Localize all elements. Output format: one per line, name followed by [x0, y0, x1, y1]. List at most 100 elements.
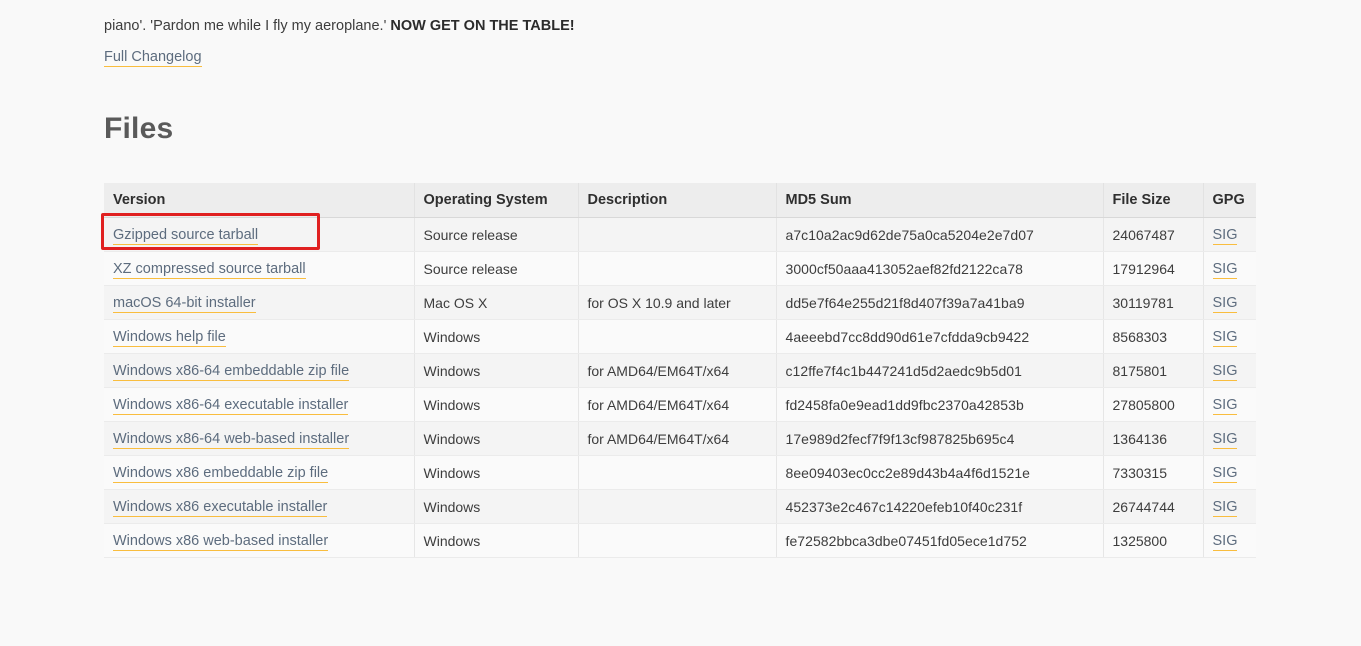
files-section-heading: Files — [104, 112, 173, 146]
version-download-link[interactable]: XZ compressed source tarball — [113, 261, 306, 279]
cell-description — [578, 456, 776, 490]
gpg-signature-link[interactable]: SIG — [1213, 499, 1238, 517]
files-table-wrapper: Version Operating System Description MD5… — [104, 183, 1256, 558]
cell-gpg: SIG — [1203, 218, 1256, 252]
version-download-link[interactable]: Windows x86-64 embeddable zip file — [113, 363, 349, 381]
cell-version: Windows x86-64 embeddable zip file — [104, 354, 414, 388]
cell-operating-system: Mac OS X — [414, 286, 578, 320]
cell-version: Windows x86-64 web-based installer — [104, 422, 414, 456]
release-note-text: piano'. 'Pardon me while I fly my aeropl… — [104, 18, 390, 34]
table-row: XZ compressed source tarball Source relea… — [104, 252, 1256, 286]
files-table-body: Gzipped source tarball Source release a7c1… — [104, 218, 1256, 558]
cell-version: XZ compressed source tarball — [104, 252, 414, 286]
gpg-signature-link[interactable]: SIG — [1213, 295, 1238, 313]
gpg-signature-link[interactable]: SIG — [1213, 261, 1238, 279]
version-download-link[interactable]: Windows x86 embeddable zip file — [113, 465, 328, 483]
column-header-md5-sum: MD5 Sum — [776, 183, 1103, 218]
cell-gpg: SIG — [1203, 456, 1256, 490]
cell-description: for AMD64/EM64T/x64 — [578, 388, 776, 422]
cell-md5-sum: 3000cf50aaa413052aef82fd2122ca78 — [776, 252, 1103, 286]
cell-gpg: SIG — [1203, 354, 1256, 388]
cell-file-size: 26744744 — [1103, 490, 1203, 524]
cell-operating-system: Windows — [414, 490, 578, 524]
gpg-signature-link[interactable]: SIG — [1213, 465, 1238, 483]
release-note-emphasis: NOW GET ON THE TABLE! — [390, 18, 574, 34]
gpg-signature-link[interactable]: SIG — [1213, 431, 1238, 449]
column-header-file-size: File Size — [1103, 183, 1203, 218]
cell-description: for AMD64/EM64T/x64 — [578, 354, 776, 388]
cell-description — [578, 252, 776, 286]
cell-file-size: 17912964 — [1103, 252, 1203, 286]
column-header-gpg: GPG — [1203, 183, 1256, 218]
version-download-link[interactable]: Windows help file — [113, 329, 226, 347]
cell-version: Windows x86 web-based installer — [104, 524, 414, 558]
cell-version: Windows x86 executable installer — [104, 490, 414, 524]
cell-operating-system: Windows — [414, 524, 578, 558]
cell-md5-sum: fd2458fa0e9ead1dd9fbc2370a42853b — [776, 388, 1103, 422]
cell-file-size: 7330315 — [1103, 456, 1203, 490]
cell-md5-sum: 17e989d2fecf7f9f13cf987825b695c4 — [776, 422, 1103, 456]
gpg-signature-link[interactable]: SIG — [1213, 227, 1238, 245]
table-row: macOS 64-bit installer Mac OS Xfor OS X 1… — [104, 286, 1256, 320]
changelog-link-wrapper: Full Changelog — [104, 48, 202, 65]
cell-file-size: 27805800 — [1103, 388, 1203, 422]
cell-version: Windows x86-64 executable installer — [104, 388, 414, 422]
cell-md5-sum: c12ffe7f4c1b447241d5d2aedc9b5d01 — [776, 354, 1103, 388]
cell-description — [578, 524, 776, 558]
table-row: Windows x86 embeddable zip file Windows 8e… — [104, 456, 1256, 490]
cell-file-size: 1325800 — [1103, 524, 1203, 558]
version-download-link[interactable]: Windows x86 executable installer — [113, 499, 327, 517]
gpg-signature-link[interactable]: SIG — [1213, 533, 1238, 551]
cell-file-size: 30119781 — [1103, 286, 1203, 320]
cell-description — [578, 218, 776, 252]
cell-operating-system: Windows — [414, 456, 578, 490]
cell-md5-sum: 8ee09403ec0cc2e89d43b4a4f6d1521e — [776, 456, 1103, 490]
cell-gpg: SIG — [1203, 388, 1256, 422]
gpg-signature-link[interactable]: SIG — [1213, 329, 1238, 347]
cell-version: Windows x86 embeddable zip file — [104, 456, 414, 490]
column-header-version: Version — [104, 183, 414, 218]
cell-md5-sum: 452373e2c467c14220efeb10f40c231f — [776, 490, 1103, 524]
cell-version: macOS 64-bit installer — [104, 286, 414, 320]
cell-gpg: SIG — [1203, 490, 1256, 524]
cell-gpg: SIG — [1203, 286, 1256, 320]
gpg-signature-link[interactable]: SIG — [1213, 397, 1238, 415]
table-row: Windows help file Windows 4aeeebd7cc8dd90d… — [104, 320, 1256, 354]
cell-operating-system: Windows — [414, 388, 578, 422]
table-row: Gzipped source tarball Source release a7c1… — [104, 218, 1256, 252]
version-download-link[interactable]: macOS 64-bit installer — [113, 295, 256, 313]
cell-operating-system: Windows — [414, 422, 578, 456]
column-header-description: Description — [578, 183, 776, 218]
version-download-link[interactable]: Windows x86-64 executable installer — [113, 397, 348, 415]
cell-description: for AMD64/EM64T/x64 — [578, 422, 776, 456]
cell-md5-sum: 4aeeebd7cc8dd90d61e7cfdda9cb9422 — [776, 320, 1103, 354]
table-row: Windows x86 executable installer Windows 4… — [104, 490, 1256, 524]
cell-operating-system: Windows — [414, 354, 578, 388]
column-header-operating-system: Operating System — [414, 183, 578, 218]
full-changelog-link[interactable]: Full Changelog — [104, 49, 202, 67]
cell-gpg: SIG — [1203, 320, 1256, 354]
cell-version: Gzipped source tarball — [104, 218, 414, 252]
cell-md5-sum: a7c10a2ac9d62de75a0ca5204e2e7d07 — [776, 218, 1103, 252]
cell-operating-system: Source release — [414, 218, 578, 252]
cell-gpg: SIG — [1203, 422, 1256, 456]
cell-file-size: 8175801 — [1103, 354, 1203, 388]
gpg-signature-link[interactable]: SIG — [1213, 363, 1238, 381]
version-download-link[interactable]: Windows x86 web-based installer — [113, 533, 328, 551]
cell-description — [578, 320, 776, 354]
version-download-link[interactable]: Gzipped source tarball — [113, 227, 258, 245]
table-row: Windows x86-64 executable installer Windo… — [104, 388, 1256, 422]
cell-md5-sum: fe72582bbca3dbe07451fd05ece1d752 — [776, 524, 1103, 558]
files-table-head: Version Operating System Description MD5… — [104, 183, 1256, 218]
cell-md5-sum: dd5e7f64e255d21f8d407f39a7a41ba9 — [776, 286, 1103, 320]
cell-operating-system: Source release — [414, 252, 578, 286]
cell-description — [578, 490, 776, 524]
files-table: Version Operating System Description MD5… — [104, 183, 1256, 558]
table-row: Windows x86-64 web-based installer Window… — [104, 422, 1256, 456]
cell-file-size: 1364136 — [1103, 422, 1203, 456]
version-download-link[interactable]: Windows x86-64 web-based installer — [113, 431, 349, 449]
cell-description: for OS X 10.9 and later — [578, 286, 776, 320]
table-header-row: Version Operating System Description MD5… — [104, 183, 1256, 218]
cell-operating-system: Windows — [414, 320, 578, 354]
cell-file-size: 8568303 — [1103, 320, 1203, 354]
